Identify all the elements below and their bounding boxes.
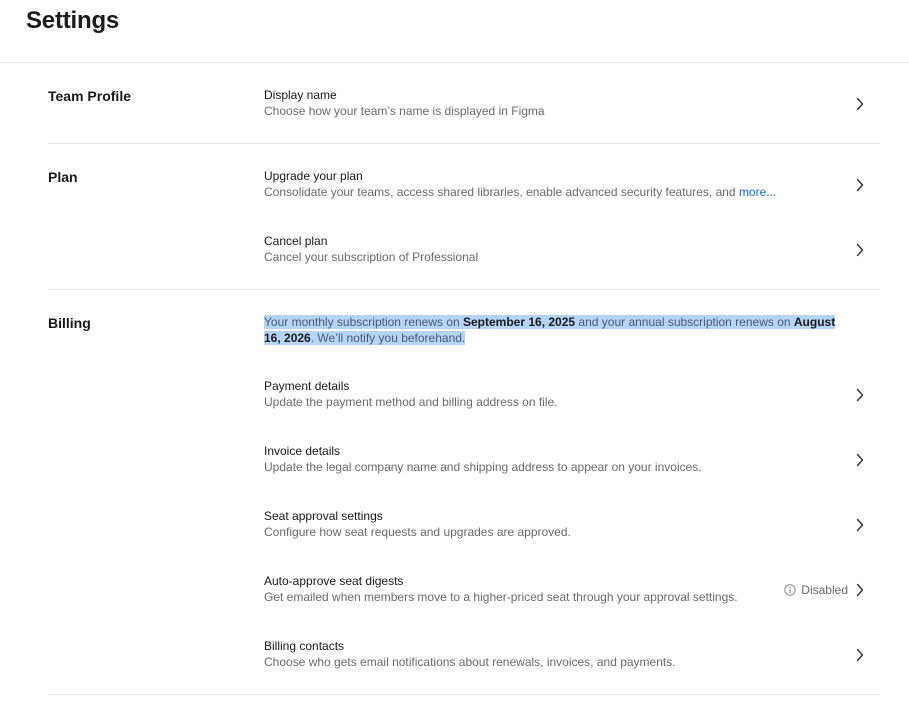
upgrade-plan-description-text: Consolidate your teams, access shared li…: [264, 185, 739, 199]
payment-details-title: Payment details: [264, 379, 350, 393]
section-label-plan: Plan: [48, 169, 78, 185]
chevron-right-icon[interactable]: [856, 648, 864, 662]
auto-approve-seat-digests-row[interactable]: Auto-approve seat digests Get emailed wh…: [264, 574, 880, 608]
auto-approve-seat-digests-description: Get emailed when members move to a highe…: [264, 590, 738, 604]
cancel-plan-title: Cancel plan: [264, 234, 328, 248]
upgrade-plan-row[interactable]: Upgrade your plan Consolidate your teams…: [264, 169, 880, 203]
page-title: Settings: [26, 7, 120, 34]
seat-approval-settings-description: Configure how seat requests and upgrades…: [264, 525, 571, 539]
cancel-plan-description: Cancel your subscription of Professional: [264, 250, 479, 264]
auto-approve-seat-digests-title: Auto-approve seat digests: [264, 574, 404, 588]
chevron-right-icon[interactable]: [856, 243, 864, 257]
billing-contacts-row[interactable]: Billing contacts Choose who gets email n…: [264, 639, 880, 673]
upgrade-plan-description: Consolidate your teams, access shared li…: [264, 185, 776, 199]
display-name-row[interactable]: Display name Choose how your team’s name…: [264, 88, 880, 122]
section-label-billing: Billing: [48, 315, 91, 331]
renewal-note-text-2: and your annual subscription renews on: [575, 315, 794, 329]
invoice-details-title: Invoice details: [264, 444, 341, 458]
header-divider: [0, 62, 909, 63]
section-divider: [48, 143, 880, 144]
invoice-details-description: Update the legal company name and shippi…: [264, 460, 702, 474]
auto-approve-status: Disabled: [784, 583, 848, 597]
monthly-renewal-date: September 16, 2025: [463, 315, 576, 329]
billing-contacts-title: Billing contacts: [264, 639, 345, 653]
section-divider: [48, 694, 880, 695]
cancel-plan-row[interactable]: Cancel plan Cancel your subscription of …: [264, 234, 880, 268]
chevron-right-icon[interactable]: [856, 97, 864, 111]
payment-details-row[interactable]: Payment details Update the payment metho…: [264, 379, 880, 413]
upgrade-plan-title: Upgrade your plan: [264, 169, 363, 183]
invoice-details-row[interactable]: Invoice details Update the legal company…: [264, 444, 880, 478]
section-divider: [48, 289, 880, 290]
chevron-right-icon[interactable]: [856, 583, 864, 597]
section-label-team-profile: Team Profile: [48, 88, 131, 104]
seat-approval-settings-title: Seat approval settings: [264, 509, 383, 523]
renewal-note-text-3: . We’ll notify you beforehand.: [310, 331, 466, 345]
payment-details-description: Update the payment method and billing ad…: [264, 395, 558, 409]
renewal-note-text-1: Your monthly subscription renews on: [264, 315, 463, 329]
chevron-right-icon[interactable]: [856, 453, 864, 467]
display-name-title: Display name: [264, 88, 337, 102]
display-name-description: Choose how your team’s name is displayed…: [264, 104, 545, 118]
status-badge: Disabled: [801, 583, 848, 597]
seat-approval-settings-row[interactable]: Seat approval settings Configure how sea…: [264, 509, 880, 543]
chevron-right-icon[interactable]: [856, 178, 864, 192]
subscription-renewal-note: Your monthly subscription renews on Sept…: [264, 314, 854, 346]
info-icon[interactable]: [784, 584, 796, 596]
chevron-right-icon[interactable]: [856, 388, 864, 402]
billing-contacts-description: Choose who gets email notifications abou…: [264, 655, 676, 669]
more-link[interactable]: more...: [739, 185, 776, 199]
chevron-right-icon[interactable]: [856, 518, 864, 532]
